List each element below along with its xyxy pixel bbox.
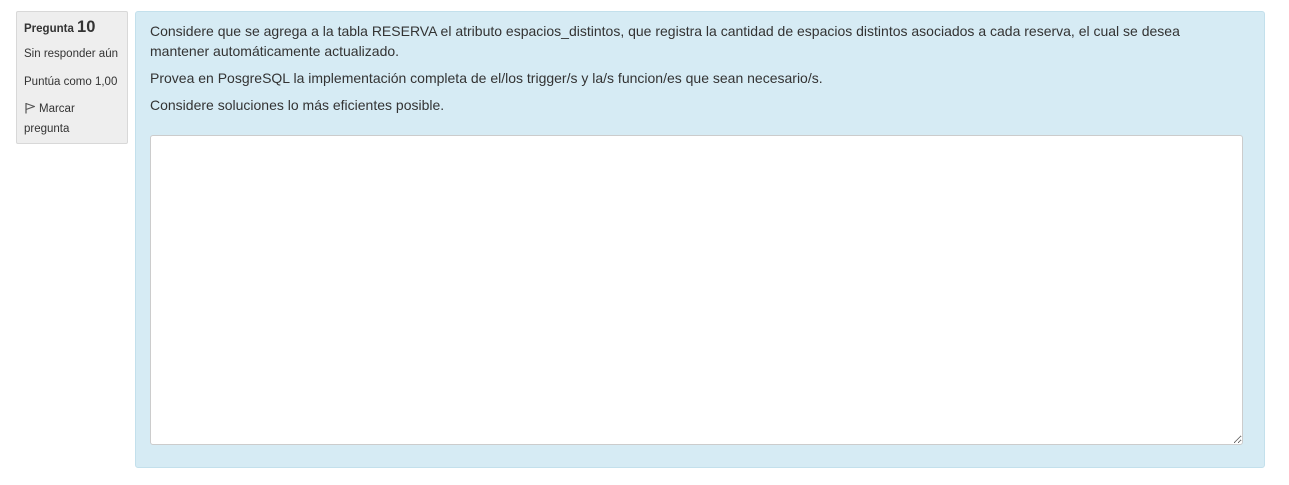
- question-paragraph: Considere soluciones lo más eficientes p…: [150, 97, 445, 113]
- question-paragraph: Considere que se agrega a la tabla RESER…: [150, 23, 1180, 59]
- question-grade: Puntúa como 1,00: [24, 76, 118, 88]
- question-info-panel: Pregunta 10 Sin responder aún Puntúa com…: [16, 11, 128, 144]
- question-label: Pregunta: [24, 23, 74, 35]
- flag-question-button[interactable]: Marcar pregunta: [24, 99, 120, 139]
- answer-textarea[interactable]: [150, 135, 1243, 445]
- question-paragraph: Provea en PosgreSQL la implementación co…: [150, 70, 823, 86]
- question-state: Sin responder aún: [24, 48, 118, 60]
- question-content: Considere que se agrega a la tabla RESER…: [135, 11, 1265, 468]
- question-number: 10: [77, 18, 96, 36]
- question-text: Considere que se agrega a la tabla RESER…: [150, 21, 1230, 122]
- question-number-heading: Pregunta 10: [24, 18, 120, 38]
- flag-icon[interactable]: [24, 101, 36, 114]
